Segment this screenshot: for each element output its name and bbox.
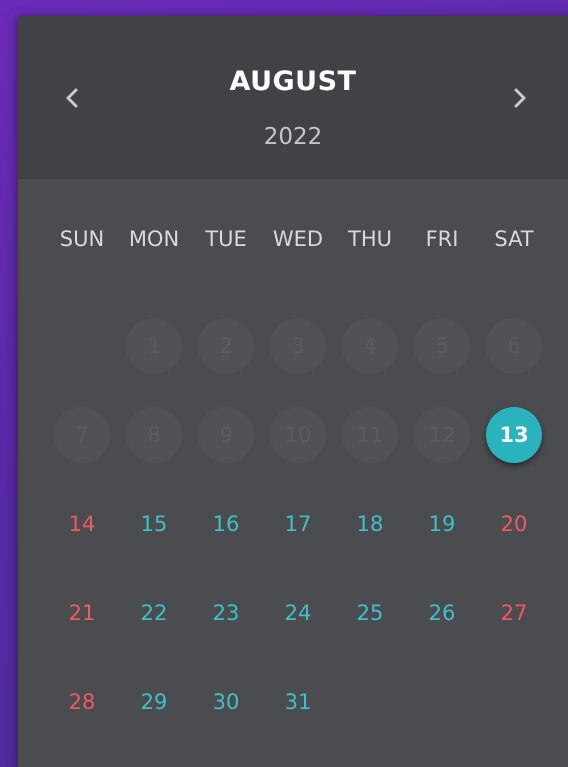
weekday-mon: MON [128,227,180,251]
day-number: 20 [500,511,528,536]
day-cell[interactable]: 19 [406,479,478,568]
day-number: 29 [140,689,168,714]
day-number: 7 [54,406,110,463]
day-cell[interactable]: 15 [118,479,190,568]
day-cell[interactable]: 14 [46,479,118,568]
day-cell[interactable]: 16 [190,479,262,568]
day-cell[interactable]: 23 [190,568,262,657]
day-number: 9 [198,406,254,463]
day-cell: 12 [406,390,478,479]
day-cell[interactable]: 18 [334,479,406,568]
year-label: 2022 [263,124,323,150]
day-cell[interactable]: 22 [118,568,190,657]
day-number: 4 [342,317,398,374]
day-number: 31 [284,689,312,714]
next-month-button[interactable] [503,78,537,118]
day-number: 17 [284,511,312,536]
day-cell[interactable]: 25 [334,568,406,657]
weekday-thu: THU [348,227,392,251]
day-cell[interactable]: 21 [46,568,118,657]
day-number: 1 [126,317,182,374]
day-cell: 7 [46,390,118,479]
day-number: 15 [140,511,168,536]
day-number: 24 [284,600,312,625]
day-cell[interactable]: 30 [190,657,262,746]
day-cell: 5 [406,301,478,390]
weekday-fri: FRI [425,227,459,251]
chevron-right-icon [513,87,527,109]
weekday-header-row: SUN MON TUE WED THU FRI SAT [46,227,550,251]
day-cell[interactable]: 24 [262,568,334,657]
day-cell: 9 [190,390,262,479]
days-grid: 1 2 3 4 5 6 7 8 9 10 11 12 13 14 15 16 17 18 19 20 21 22 23 24 2… [46,301,550,746]
day-number: 12 [414,406,470,463]
calendar-widget: AUGUST 2022 SUN MON TUE WED THU FRI SAT … [18,16,568,767]
day-number: 10 [270,406,326,463]
day-number: 23 [212,600,240,625]
day-number: 30 [212,689,240,714]
day-number: 8 [126,406,182,463]
day-number: 22 [140,600,168,625]
day-number: 26 [428,600,456,625]
day-cell: 3 [262,301,334,390]
weekday-sun: SUN [59,227,105,251]
day-cell-empty [46,301,118,390]
day-cell: 10 [262,390,334,479]
calendar-header: AUGUST 2022 [18,16,568,179]
weekday-wed: WED [272,227,324,251]
day-cell: 1 [118,301,190,390]
day-number: 16 [212,511,240,536]
day-cell: 8 [118,390,190,479]
day-number: 6 [486,317,542,374]
day-cell: 6 [478,301,550,390]
day-number: 5 [414,317,470,374]
day-number: 3 [270,317,326,374]
day-number: 14 [68,511,96,536]
day-cell[interactable]: 29 [118,657,190,746]
day-cell[interactable]: 27 [478,568,550,657]
day-cell[interactable]: 31 [262,657,334,746]
day-number: 21 [68,600,96,625]
day-cell[interactable]: 20 [478,479,550,568]
day-number: 27 [500,600,528,625]
day-cell-selected[interactable]: 13 [478,390,550,479]
day-cell[interactable]: 17 [262,479,334,568]
day-cell[interactable]: 26 [406,568,478,657]
day-number: 18 [356,511,384,536]
day-cell: 11 [334,390,406,479]
weekday-sat: SAT [494,227,534,251]
weekday-tue: TUE [205,227,247,251]
day-number [54,318,110,374]
day-cell: 4 [334,301,406,390]
day-number: 13 [486,406,542,463]
month-title: AUGUST [229,66,357,97]
day-cell[interactable]: 28 [46,657,118,746]
day-cell: 2 [190,301,262,390]
day-number: 2 [198,317,254,374]
day-number: 25 [356,600,384,625]
day-number: 28 [68,689,96,714]
day-number: 11 [342,406,398,463]
day-number: 19 [428,511,456,536]
